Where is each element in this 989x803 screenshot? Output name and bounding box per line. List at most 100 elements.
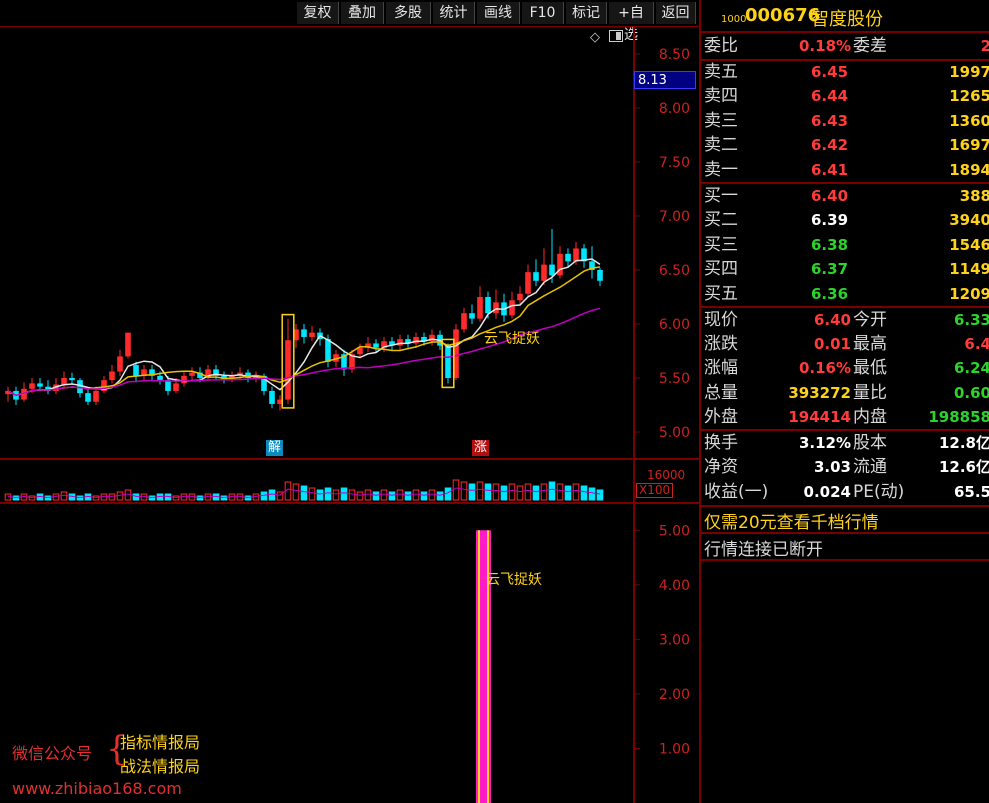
annotation-main: 云飞捉妖 <box>484 331 540 347</box>
candle-body <box>445 345 451 378</box>
price-tick-label: 8.00 <box>659 101 690 117</box>
candle-body <box>573 248 579 262</box>
candle-body <box>37 383 43 387</box>
candle-body <box>93 390 99 402</box>
volume-bar <box>356 491 364 501</box>
volume-bar <box>132 493 140 501</box>
stat-label: 最高 <box>853 334 887 355</box>
fin-label: 净资 <box>704 457 738 478</box>
candle-body <box>525 272 531 294</box>
candle-body <box>189 372 195 376</box>
sell-volume: 1894 <box>949 160 989 179</box>
stat-label: 外盘 <box>704 406 738 427</box>
toolbar-button[interactable]: 统计 <box>433 2 475 24</box>
separator <box>701 559 989 561</box>
panel-toggle-icon[interactable] <box>609 30 623 42</box>
sell-volume: 1697 <box>949 136 989 155</box>
upgrade-banner-link[interactable]: 仅需20元查看千档行情 <box>704 508 879 533</box>
indicator-tick-label: 4.00 <box>659 578 690 594</box>
toolbar-button[interactable]: 多股 <box>386 2 431 24</box>
toolbar-button[interactable]: 叠加 <box>341 2 384 24</box>
volume-bar <box>324 487 332 501</box>
watermark-wechat: 微信公众号 <box>12 744 93 763</box>
candle-body <box>309 332 315 337</box>
candle-body <box>301 329 307 337</box>
buy-label: 买五 <box>704 283 738 304</box>
indicator-tick-label: 5.00 <box>659 523 690 539</box>
buy-price: 6.40 <box>811 187 849 205</box>
candle-body <box>397 339 403 346</box>
stat-row: 外盘 194414 内盘 198858 <box>701 405 989 429</box>
stat-label: 今开 <box>853 310 887 330</box>
indicator-tick-label: 3.00 <box>659 632 690 648</box>
volume-bar <box>572 483 580 501</box>
weibi-label: 委比 <box>704 36 738 56</box>
buy-price: 6.37 <box>811 260 849 279</box>
sell-label: 卖四 <box>704 86 738 107</box>
separator <box>701 532 989 534</box>
buy-row: 买三 6.38 1546 <box>701 233 989 257</box>
sell-volume: 1360 <box>949 111 989 130</box>
toolbar-button[interactable]: F10 <box>522 2 564 24</box>
volume-bar <box>548 481 556 501</box>
sell-row: 卖五 6.45 1997 <box>701 60 989 84</box>
volume-bar <box>588 487 596 501</box>
sell-label: 卖五 <box>704 62 738 82</box>
stat-value: 6.40 <box>813 311 851 329</box>
candle-body <box>325 339 331 362</box>
volume-bar <box>468 483 476 501</box>
volume-bar <box>492 483 500 501</box>
price-tick-label: 6.50 <box>659 263 690 279</box>
stat-value: 0.60 <box>953 383 989 402</box>
buy-volume: 388 <box>959 187 989 205</box>
volume-bar <box>580 485 588 501</box>
sell-price: 6.44 <box>811 87 849 106</box>
volume-bar <box>380 489 388 501</box>
signal-zhang-label: 涨 <box>472 440 490 456</box>
weicha-label: 委差 <box>853 36 887 56</box>
sell-label: 卖一 <box>704 159 738 180</box>
volume-bar <box>524 483 532 501</box>
stat-row: 涨跌 0.01 最高 6.4 <box>701 332 989 356</box>
toolbar-button[interactable]: 复权 <box>297 2 339 24</box>
candle-body <box>461 313 467 330</box>
fin-row: 换手 3.12% 股本 12.8亿 <box>701 431 989 455</box>
diamond-icon[interactable]: ◇ <box>590 30 600 45</box>
volume-bar <box>300 485 308 501</box>
price-tick-label: 5.50 <box>659 371 690 387</box>
watermark-url: www.zhibiao168.com <box>12 779 182 798</box>
volume-bar <box>364 489 372 501</box>
sell-price: 6.42 <box>811 136 849 155</box>
signal-jie-label: 解 <box>266 440 284 456</box>
volume-bar <box>316 489 324 501</box>
sell-price: 6.45 <box>811 63 849 81</box>
sell-price: 6.41 <box>811 160 849 179</box>
weibi-value: 0.18% <box>799 37 852 55</box>
current-price-tag: 8.13 <box>634 71 696 89</box>
candle-body <box>69 378 75 381</box>
candle-body <box>61 378 67 385</box>
candle-body <box>533 272 539 281</box>
stock-code: 000676 <box>745 5 821 26</box>
quote-panel: 1000 000676 智度股份 委比 0.18% 委差 2 仅需20元查看千档… <box>699 0 989 803</box>
buy-volume: 3940 <box>949 211 989 230</box>
buy-label: 买二 <box>704 210 738 231</box>
candle-body <box>493 302 499 314</box>
volume-bar <box>500 485 508 501</box>
toolbar-button[interactable]: 返回 <box>656 2 696 24</box>
buy-price: 6.38 <box>811 235 849 254</box>
toolbar-button[interactable]: 标记 <box>566 2 607 24</box>
toolbar-button[interactable]: +自选 <box>609 2 654 43</box>
volume-bar <box>116 491 124 501</box>
stat-value: 0.01 <box>813 335 851 354</box>
volume-bar <box>444 487 452 501</box>
buy-price: 6.39 <box>811 211 849 230</box>
candle-body <box>285 340 291 400</box>
sell-volume: 1997 <box>949 63 989 81</box>
candle-body <box>373 343 379 348</box>
volume-bar <box>292 483 300 501</box>
toolbar-button[interactable]: 画线 <box>477 2 520 24</box>
volume-bar <box>372 491 380 501</box>
stat-label: 最低 <box>853 358 887 379</box>
candle-body <box>541 264 547 281</box>
